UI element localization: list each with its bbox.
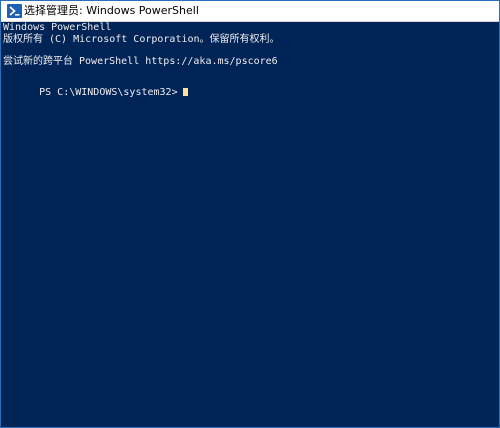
text-cursor: [182, 88, 188, 96]
title-bar[interactable]: 选择管理员: Windows PowerShell: [1, 1, 499, 22]
prompt-line[interactable]: PS C:\WINDOWS\system32>: [3, 75, 188, 111]
powershell-window: 选择管理员: Windows PowerShell Windows PowerS…: [0, 0, 500, 428]
powershell-icon: [7, 4, 22, 18]
prompt-text: PS C:\WINDOWS\system32>: [39, 87, 178, 98]
console-line: Windows PowerShell: [3, 22, 112, 33]
console-line: 尝试新的跨平台 PowerShell https://aka.ms/pscore…: [3, 56, 278, 67]
console-output[interactable]: Windows PowerShell 版权所有 (C) Microsoft Co…: [1, 22, 499, 427]
window-title: 选择管理员: Windows PowerShell: [24, 4, 199, 17]
console-line: 版权所有 (C) Microsoft Corporation。保留所有权利。: [3, 34, 280, 45]
